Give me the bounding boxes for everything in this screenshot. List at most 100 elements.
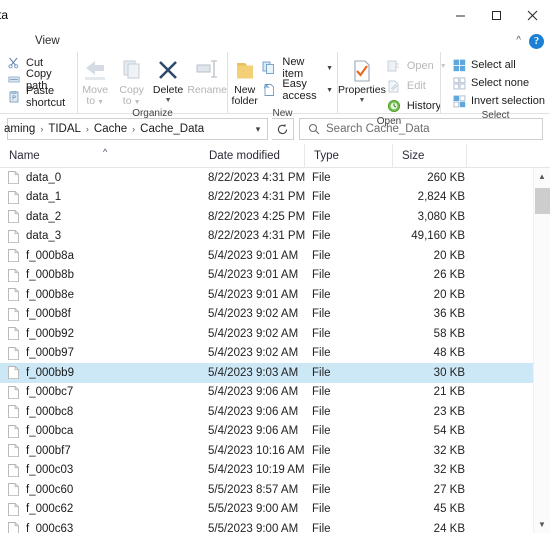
file-type-cell: File <box>312 366 331 379</box>
breadcrumb-item-1[interactable]: TIDAL <box>44 123 85 135</box>
copy-to-button[interactable]: Copy to ▼ <box>114 55 148 107</box>
table-row[interactable]: data_2 8/22/2023 4:25 PM File 3,080 KB <box>0 207 533 227</box>
file-type-cell: File <box>312 327 331 340</box>
scissors-icon <box>7 56 21 70</box>
new-folder-label-line2: folder <box>231 95 258 107</box>
group-label-select: Select <box>481 110 510 121</box>
breadcrumb: aming › TIDAL › Cache › Cache_Data <box>0 123 249 135</box>
table-row[interactable]: f_000b8a 5/4/2023 9:01 AM File 20 KB <box>0 246 533 266</box>
file-name: f_000c62 <box>26 503 74 516</box>
move-to-button[interactable]: Move to ▼ <box>78 55 112 107</box>
file-type-cell: File <box>312 483 331 496</box>
column-header-name[interactable]: Name <box>0 144 200 168</box>
file-date-cell: 5/5/2023 9:00 AM <box>208 503 299 516</box>
invert-selection-button[interactable]: Invert selection <box>449 93 548 109</box>
table-row[interactable]: f_000b8e 5/4/2023 9:01 AM File 20 KB <box>0 285 533 305</box>
select-none-icon <box>452 76 466 90</box>
column-header-filler <box>466 143 533 168</box>
breadcrumb-item-3[interactable]: Cache_Data <box>136 123 208 135</box>
table-row[interactable]: data_1 8/22/2023 4:31 PM File 2,824 KB <box>0 188 533 208</box>
file-type-cell: File <box>312 249 331 262</box>
table-row[interactable]: f_000c62 5/5/2023 9:00 AM File 45 KB <box>0 500 533 520</box>
edit-icon <box>386 78 402 94</box>
easy-access-button[interactable]: Easy access ▼ <box>261 78 337 102</box>
table-row[interactable]: f_000bca 5/4/2023 9:06 AM File 54 KB <box>0 422 533 442</box>
table-row[interactable]: f_000b97 5/4/2023 9:02 AM File 48 KB <box>0 344 533 364</box>
column-header-type[interactable]: Type <box>304 143 392 168</box>
tab-view[interactable]: View <box>25 30 70 52</box>
file-icon <box>8 171 19 185</box>
ribbon-group-new: New folder New item ▼ Easy access ▼ New <box>227 52 337 119</box>
new-folder-button[interactable]: New folder <box>228 55 261 107</box>
file-size-cell: 58 KB <box>433 327 465 340</box>
paste-shortcut-button[interactable]: P Paste shortcut <box>4 85 77 109</box>
file-type-cell: File <box>312 425 331 438</box>
file-icon <box>8 190 19 204</box>
breadcrumb-item-0[interactable]: aming <box>0 123 39 135</box>
minimize-button[interactable] <box>442 0 478 30</box>
file-size-cell: 32 KB <box>433 464 465 477</box>
table-row[interactable]: f_000c03 5/4/2023 10:19 AM File 32 KB <box>0 461 533 481</box>
file-size-cell: 32 KB <box>433 444 465 457</box>
file-icon <box>8 210 19 224</box>
select-all-icon <box>452 58 466 72</box>
maximize-button[interactable] <box>478 0 514 30</box>
table-row[interactable]: data_0 8/22/2023 4:31 PM File 260 KB <box>0 168 533 188</box>
breadcrumb-bar[interactable]: aming › TIDAL › Cache › Cache_Data ▾ <box>4 118 268 140</box>
collapse-ribbon-chevron-up-icon[interactable]: ^ <box>516 36 521 46</box>
vertical-scrollbar[interactable]: ▲ ▼ <box>533 168 550 533</box>
column-header-size[interactable]: Size <box>392 143 466 168</box>
new-item-button[interactable]: New item ▼ <box>261 56 337 80</box>
table-row[interactable]: f_000bc7 5/4/2023 9:06 AM File 21 KB <box>0 383 533 403</box>
file-name-cell: f_000b92 <box>8 327 208 341</box>
scroll-up-button[interactable]: ▲ <box>534 168 550 185</box>
file-size-cell: 20 KB <box>433 249 465 262</box>
properties-icon <box>350 57 374 83</box>
easy-access-caret-down-icon: ▼ <box>326 86 333 94</box>
file-date-cell: 5/4/2023 9:02 AM <box>208 327 299 340</box>
history-label: History <box>406 100 442 112</box>
table-row[interactable]: f_000bc8 5/4/2023 9:06 AM File 23 KB <box>0 402 533 422</box>
scroll-down-button[interactable]: ▼ <box>534 516 550 533</box>
select-none-button[interactable]: Select none <box>449 75 548 91</box>
column-header-date-modified[interactable]: Date modified <box>200 144 304 168</box>
ribbon-group-organize: Move to ▼ Copy to ▼ Delete ▼ Rename Orga… <box>77 52 227 119</box>
file-name-cell: f_000bf7 <box>8 444 208 458</box>
table-row[interactable]: f_000b8f 5/4/2023 9:02 AM File 36 KB <box>0 305 533 325</box>
file-size-cell: 20 KB <box>433 288 465 301</box>
select-all-button[interactable]: Select all <box>449 57 548 73</box>
rename-button[interactable]: Rename <box>187 55 227 96</box>
file-name: f_000bca <box>26 425 74 438</box>
table-row[interactable]: f_000b92 5/4/2023 9:02 AM File 58 KB <box>0 324 533 344</box>
refresh-icon <box>277 123 288 134</box>
close-button[interactable] <box>514 0 550 30</box>
file-name: data_2 <box>26 210 62 223</box>
table-row[interactable]: f_000c60 5/5/2023 8:57 AM File 27 KB <box>0 480 533 500</box>
rename-label: Rename <box>187 84 228 96</box>
file-date-cell: 8/22/2023 4:31 PM <box>208 171 306 184</box>
file-name: f_000bb9 <box>26 366 74 379</box>
table-row[interactable]: f_000bb9 5/4/2023 9:03 AM File 30 KB <box>0 363 533 383</box>
scrollbar-thumb[interactable] <box>534 188 550 214</box>
easy-access-icon <box>261 82 277 98</box>
table-row[interactable]: f_000c63 5/5/2023 9:00 AM File 24 KB <box>0 519 533 533</box>
file-name-cell: data_3 <box>8 229 208 243</box>
open-icon <box>386 58 402 74</box>
file-name: f_000b8f <box>26 308 71 321</box>
scrollbar-track[interactable] <box>534 185 550 516</box>
breadcrumb-item-2[interactable]: Cache <box>90 123 131 135</box>
properties-button[interactable]: Properties ▼ <box>338 55 386 104</box>
group-label-open: Open <box>376 116 402 127</box>
refresh-button[interactable] <box>272 118 294 140</box>
open-label: Open <box>406 60 434 72</box>
table-row[interactable]: f_000bf7 5/4/2023 10:16 AM File 32 KB <box>0 441 533 461</box>
breadcrumb-chevron-down-icon[interactable]: ▾ <box>249 124 267 135</box>
file-size-cell: 27 KB <box>433 483 465 496</box>
table-row[interactable]: f_000b8b 5/4/2023 9:01 AM File 26 KB <box>0 266 533 286</box>
table-row[interactable]: data_3 8/22/2023 4:31 PM File 49,160 KB <box>0 227 533 247</box>
group-label-clipboard <box>0 105 77 114</box>
file-date-cell: 5/4/2023 9:01 AM <box>208 288 299 301</box>
delete-button[interactable]: Delete ▼ <box>151 55 185 104</box>
help-button[interactable]: ? <box>529 33 544 49</box>
file-date-cell: 5/4/2023 10:16 AM <box>208 444 305 457</box>
